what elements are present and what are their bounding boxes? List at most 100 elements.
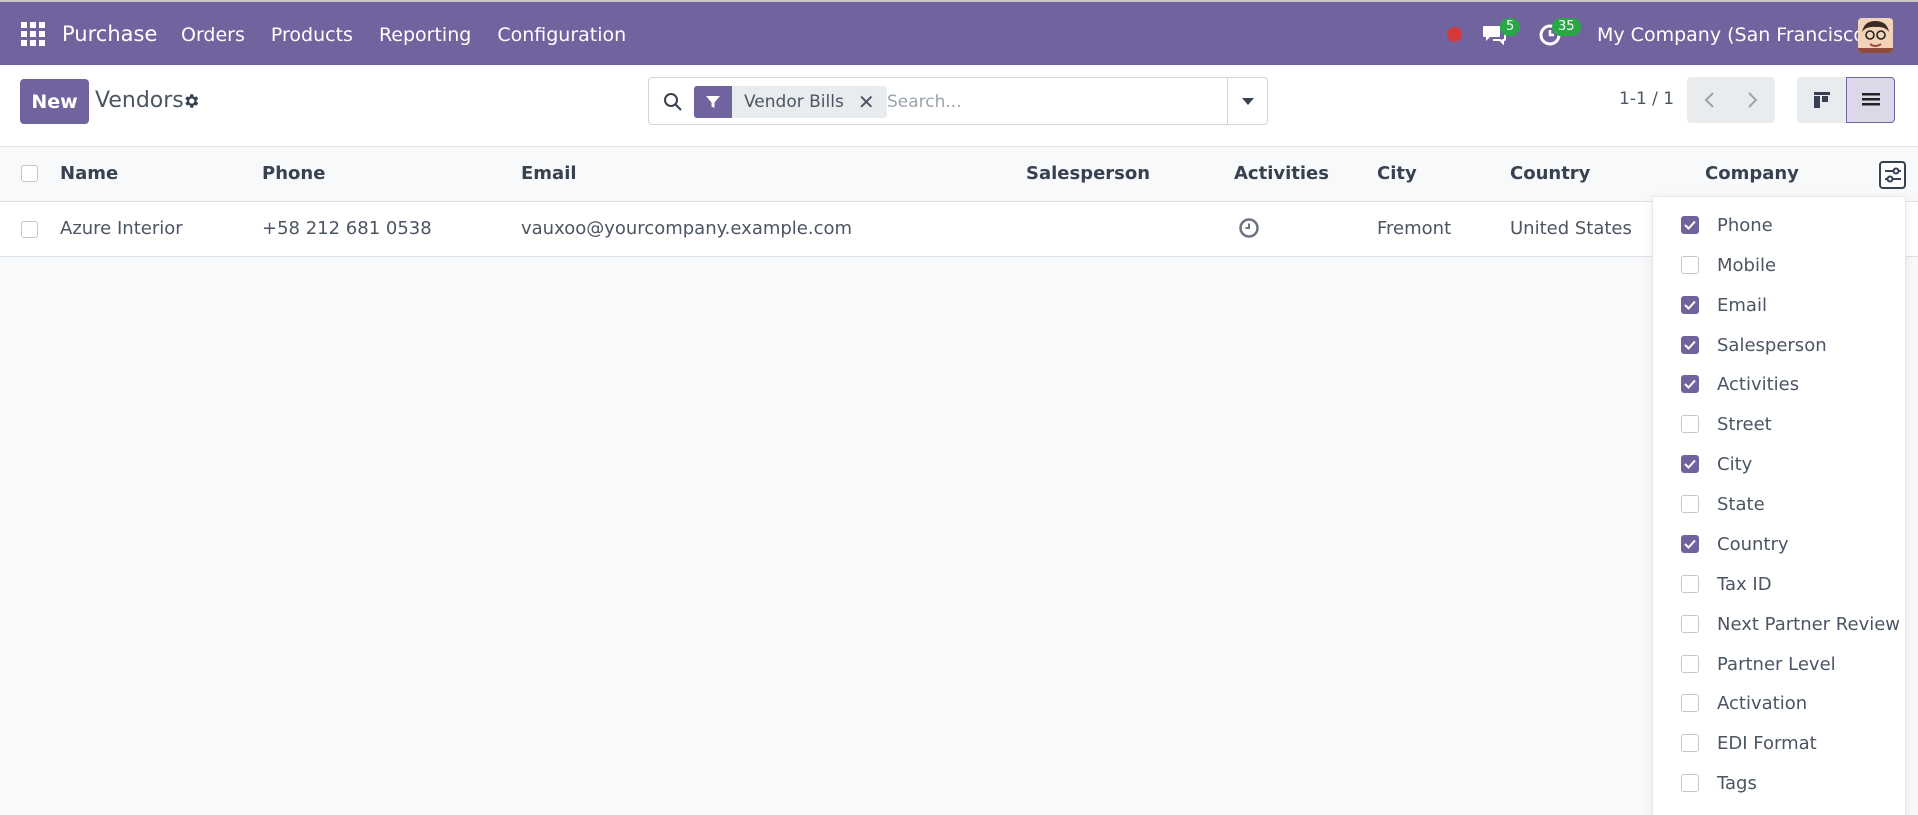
optional-column-tags[interactable]: Tags <box>1681 770 1757 796</box>
optional-column-country[interactable]: Country <box>1681 531 1789 557</box>
kanban-icon <box>1813 92 1830 108</box>
apps-menu-icon[interactable] <box>21 22 45 46</box>
optional-column-activities[interactable]: Activities <box>1681 371 1799 397</box>
optional-column-mobile[interactable]: Mobile <box>1681 252 1776 278</box>
app-name[interactable]: Purchase <box>62 22 157 46</box>
column-header-activities[interactable]: Activities <box>1234 163 1329 184</box>
option-label: Street <box>1717 413 1772 435</box>
checkbox[interactable] <box>1681 655 1699 673</box>
user-avatar[interactable] <box>1858 18 1893 53</box>
pager-value[interactable]: 1-1 / 1 <box>1619 89 1674 109</box>
list-icon <box>1861 93 1880 106</box>
cell-country: United States <box>1510 218 1632 239</box>
optional-column-partner-level[interactable]: Partner Level <box>1681 651 1836 677</box>
facet-text: Vendor Bills <box>744 92 844 112</box>
option-label: Activation <box>1717 692 1808 714</box>
cell-phone: +58 212 681 0538 <box>262 218 432 239</box>
menu-item-reporting[interactable]: Reporting <box>379 24 471 46</box>
checkbox[interactable] <box>1681 734 1699 752</box>
optional-columns-dropdown: Phone Mobile Email Salesperson Activitie… <box>1652 196 1906 815</box>
page-title[interactable]: Vendors <box>95 88 184 113</box>
pager-next-button[interactable] <box>1731 77 1775 123</box>
company-switcher[interactable]: My Company (San Francisco) <box>1597 24 1872 46</box>
optional-columns-toggle[interactable] <box>1879 161 1906 189</box>
facet-label: Vendor Bills ✕ <box>732 86 887 118</box>
chevron-right-icon <box>1748 92 1758 108</box>
search-options-toggle[interactable] <box>1227 78 1268 124</box>
chevron-left-icon <box>1704 92 1714 108</box>
checkbox[interactable] <box>1681 455 1699 473</box>
row-checkbox[interactable] <box>21 221 38 238</box>
checkbox[interactable] <box>1681 774 1699 792</box>
checkbox[interactable] <box>1681 535 1699 553</box>
gear-icon[interactable] <box>182 92 200 110</box>
cell-name: Azure Interior <box>60 218 183 239</box>
column-header-city[interactable]: City <box>1377 163 1417 184</box>
option-label: City <box>1717 453 1753 475</box>
checkbox[interactable] <box>1681 296 1699 314</box>
checkbox[interactable] <box>1681 256 1699 274</box>
table-row[interactable]: Azure Interior +58 212 681 0538 vauxoo@y… <box>0 202 1918 257</box>
checkbox[interactable] <box>1681 575 1699 593</box>
column-header-email[interactable]: Email <box>521 163 577 184</box>
checkbox[interactable] <box>1681 495 1699 513</box>
column-header-phone[interactable]: Phone <box>262 163 325 184</box>
table-header: Name Phone Email Salesperson Activities … <box>0 148 1918 202</box>
optional-column-phone[interactable]: Phone <box>1681 212 1773 238</box>
record-indicator-icon[interactable] <box>1447 27 1462 42</box>
messages-count-badge: 5 <box>1500 18 1521 36</box>
column-header-salesperson[interactable]: Salesperson <box>1026 163 1150 184</box>
menu-item-orders[interactable]: Orders <box>181 24 245 46</box>
optional-column-salesperson[interactable]: Salesperson <box>1681 332 1827 358</box>
column-header-country[interactable]: Country <box>1510 163 1590 184</box>
column-header-company[interactable]: Company <box>1705 163 1799 184</box>
search-facet: Vendor Bills ✕ <box>694 86 887 118</box>
search-input[interactable] <box>887 86 1217 118</box>
checkbox[interactable] <box>1681 336 1699 354</box>
option-label: Next Partner Review <box>1717 613 1901 635</box>
chevron-down-icon <box>1242 97 1254 105</box>
optional-column-tax-id[interactable]: Tax ID <box>1681 571 1772 597</box>
optional-column-street[interactable]: Street <box>1681 411 1772 437</box>
close-icon[interactable]: ✕ <box>858 86 875 118</box>
option-label: Email <box>1717 294 1767 316</box>
optional-column-edi-format[interactable]: EDI Format <box>1681 730 1817 756</box>
option-label: Phone <box>1717 214 1773 236</box>
optional-column-next-partner-review[interactable]: Next Partner Review <box>1681 611 1900 637</box>
cell-city: Fremont <box>1377 218 1452 239</box>
checkbox[interactable] <box>1681 615 1699 633</box>
activity-clock-icon[interactable] <box>1238 217 1260 239</box>
checkbox[interactable] <box>1681 694 1699 712</box>
option-label: EDI Format <box>1717 732 1817 754</box>
cell-email: vauxoo@yourcompany.example.com <box>521 218 853 239</box>
top-navbar: Purchase Orders Products Reporting Confi… <box>0 0 1918 65</box>
new-button[interactable]: New <box>20 79 89 124</box>
kanban-view-button[interactable] <box>1797 77 1846 123</box>
search-bar: Vendor Bills ✕ <box>648 77 1268 125</box>
checkbox[interactable] <box>1681 415 1699 433</box>
filter-icon <box>694 86 732 118</box>
menu-item-configuration[interactable]: Configuration <box>497 24 626 46</box>
column-header-name[interactable]: Name <box>60 163 118 184</box>
sliders-icon <box>1884 167 1901 183</box>
menu-item-products[interactable]: Products <box>271 24 353 46</box>
main-menu: Orders Products Reporting Configuration <box>181 24 626 46</box>
optional-column-email[interactable]: Email <box>1681 292 1767 318</box>
pager-previous-button[interactable] <box>1687 77 1731 123</box>
select-all-checkbox[interactable] <box>21 165 38 182</box>
option-label: Mobile <box>1717 254 1777 276</box>
option-label: State <box>1717 493 1765 515</box>
checkbox[interactable] <box>1681 216 1699 234</box>
option-label: Activities <box>1717 373 1800 395</box>
optional-column-state[interactable]: State <box>1681 491 1765 517</box>
option-label: Tags <box>1717 772 1757 794</box>
activities-count-badge: 35 <box>1552 18 1581 36</box>
list-view-button[interactable] <box>1846 77 1895 123</box>
option-label: Tax ID <box>1717 573 1772 595</box>
optional-column-activation[interactable]: Activation <box>1681 690 1807 716</box>
search-icon[interactable] <box>663 92 683 112</box>
checkbox[interactable] <box>1681 375 1699 393</box>
optional-column-city[interactable]: City <box>1681 451 1752 477</box>
option-label: Salesperson <box>1717 334 1827 356</box>
control-panel: New Vendors Vendor Bills ✕ 1-1 / 1 <box>0 65 1918 147</box>
